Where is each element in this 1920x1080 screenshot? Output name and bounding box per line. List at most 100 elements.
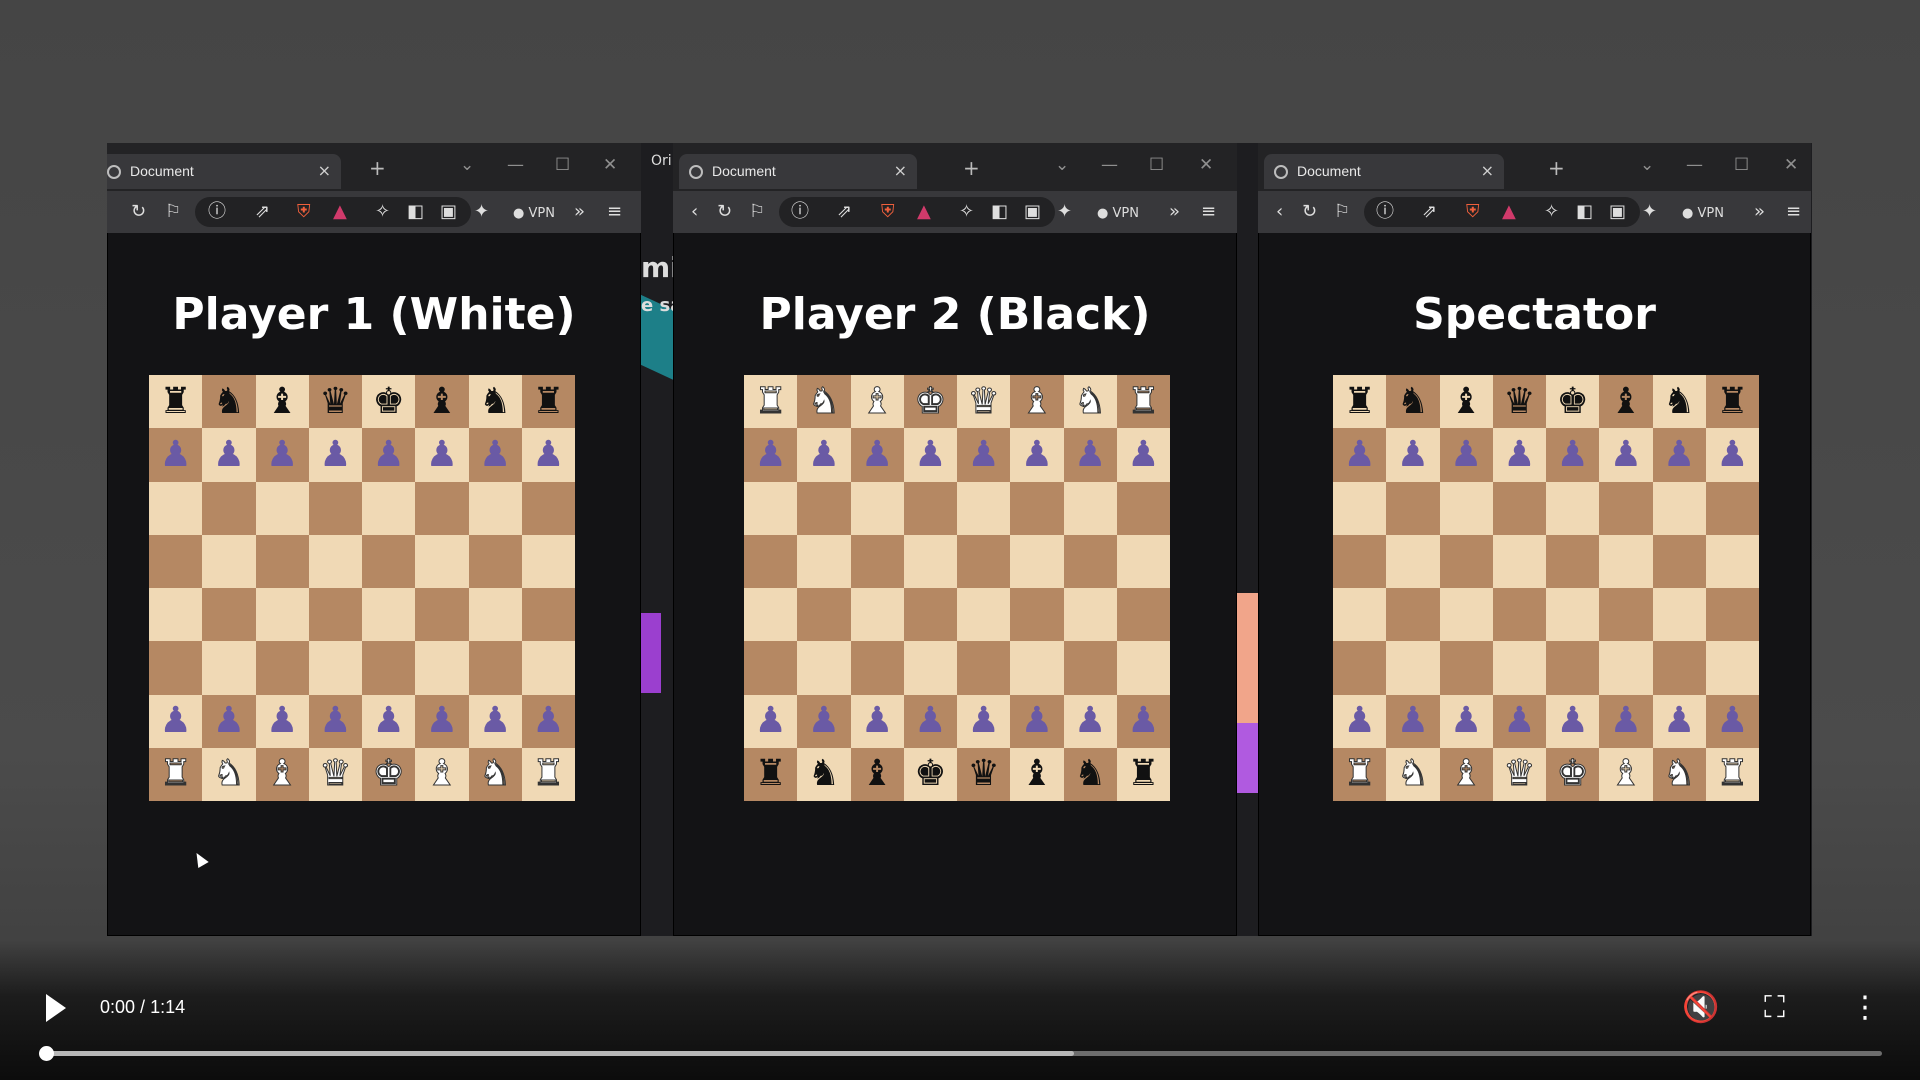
pawn-piece[interactable]: ♟	[754, 436, 786, 473]
board-square[interactable]	[744, 481, 798, 535]
board-square[interactable]	[149, 588, 203, 642]
board-square[interactable]: ♟	[1063, 694, 1117, 748]
board-square[interactable]: ♛	[1492, 747, 1546, 801]
board-square[interactable]	[1492, 534, 1546, 588]
bookmark-icon[interactable]: ⚐	[1334, 202, 1350, 222]
pawn-piece[interactable]: ♟	[1397, 436, 1429, 473]
board-square[interactable]	[957, 534, 1011, 588]
board-square[interactable]: ♟	[1333, 428, 1387, 482]
board-square[interactable]	[362, 481, 416, 535]
white-rook-piece[interactable]: ♜	[159, 755, 192, 792]
board-square[interactable]: ♜	[1333, 375, 1387, 429]
close-window-icon[interactable]: ✕	[1199, 155, 1213, 175]
pawn-piece[interactable]: ♟	[1610, 703, 1642, 739]
white-queen-piece[interactable]: ♛	[1503, 755, 1536, 792]
board-square[interactable]	[1599, 641, 1653, 695]
pawn-piece[interactable]: ♟	[1127, 703, 1159, 739]
pawn-piece[interactable]: ♟	[1127, 436, 1159, 473]
board-square[interactable]	[1599, 534, 1653, 588]
board-square[interactable]: ♛	[957, 747, 1011, 801]
brave-shield-icon[interactable]: ⛨	[297, 202, 311, 222]
board-square[interactable]: ♜	[1116, 375, 1170, 429]
white-king-piece[interactable]: ♚	[372, 755, 405, 792]
white-knight-piece[interactable]: ♞	[1073, 383, 1106, 420]
board-square[interactable]: ♟	[850, 428, 904, 482]
board-square[interactable]: ♞	[1386, 375, 1440, 429]
board-square[interactable]: ♝	[1439, 747, 1493, 801]
board-square[interactable]	[850, 534, 904, 588]
pawn-piece[interactable]: ♟	[319, 436, 351, 473]
board-square[interactable]: ♜	[1116, 747, 1170, 801]
tab-list-icon[interactable]: ⌄	[460, 155, 474, 175]
board-square[interactable]	[957, 641, 1011, 695]
board-square[interactable]	[1439, 641, 1493, 695]
board-square[interactable]	[1063, 588, 1117, 642]
board-square[interactable]: ♟	[1652, 428, 1706, 482]
board-square[interactable]	[468, 641, 522, 695]
minimize-icon[interactable]: —	[1686, 155, 1703, 175]
board-square[interactable]	[362, 534, 416, 588]
board-square[interactable]: ♟	[1546, 428, 1600, 482]
board-square[interactable]	[1386, 534, 1440, 588]
white-knight-piece[interactable]: ♞	[478, 755, 511, 792]
board-square[interactable]	[1546, 481, 1600, 535]
board-square[interactable]	[1010, 481, 1064, 535]
reload-icon[interactable]: ↻	[1302, 202, 1317, 222]
board-square[interactable]	[362, 641, 416, 695]
board-square[interactable]	[468, 481, 522, 535]
board-square[interactable]	[1116, 641, 1170, 695]
board-square[interactable]: ♟	[1386, 428, 1440, 482]
black-rook-piece[interactable]: ♜	[1127, 756, 1159, 792]
white-knight-piece[interactable]: ♞	[1662, 755, 1695, 792]
board-square[interactable]: ♞	[1652, 375, 1706, 429]
board-square[interactable]	[1705, 641, 1759, 695]
pawn-piece[interactable]: ♟	[1610, 436, 1642, 473]
reload-icon[interactable]: ↻	[717, 202, 732, 222]
pawn-piece[interactable]: ♟	[213, 436, 245, 473]
board-square[interactable]	[308, 481, 362, 535]
pawn-piece[interactable]: ♟	[967, 436, 999, 473]
board-square[interactable]: ♟	[850, 694, 904, 748]
site-info-icon[interactable]: ⓘ	[791, 202, 809, 222]
back-icon[interactable]: ‹	[1276, 202, 1283, 222]
black-king-piece[interactable]: ♚	[372, 383, 404, 420]
board-square[interactable]: ♟	[308, 428, 362, 482]
pawn-piece[interactable]: ♟	[808, 703, 840, 739]
board-square[interactable]: ♟	[1439, 694, 1493, 748]
board-square[interactable]	[1439, 481, 1493, 535]
board-square[interactable]	[797, 641, 851, 695]
pawn-piece[interactable]: ♟	[861, 703, 893, 739]
black-queen-piece[interactable]: ♛	[1503, 383, 1535, 420]
maximize-icon[interactable]: ☐	[1149, 155, 1164, 175]
share-icon[interactable]: ⇗	[837, 202, 852, 222]
pawn-piece[interactable]: ♟	[1556, 436, 1588, 473]
board-square[interactable]: ♟	[1599, 428, 1653, 482]
board-square[interactable]	[1492, 481, 1546, 535]
board-square[interactable]: ♟	[255, 694, 309, 748]
progress-knob[interactable]	[39, 1046, 54, 1061]
new-tab-button[interactable]: +	[369, 156, 386, 180]
brave-shield-icon[interactable]: ⛨	[881, 202, 895, 222]
board-square[interactable]: ♝	[255, 375, 309, 429]
black-bishop-piece[interactable]: ♝	[266, 383, 298, 420]
board-square[interactable]: ♝	[850, 375, 904, 429]
board-square[interactable]	[1116, 481, 1170, 535]
board-square[interactable]	[149, 641, 203, 695]
board-square[interactable]	[521, 588, 575, 642]
board-square[interactable]: ♟	[744, 428, 798, 482]
pawn-piece[interactable]: ♟	[372, 703, 404, 739]
board-square[interactable]	[415, 534, 469, 588]
play-button[interactable]	[46, 994, 66, 1022]
exit-fullscreen-icon[interactable]: ⛶	[1764, 990, 1785, 1025]
board-square[interactable]	[362, 588, 416, 642]
board-square[interactable]: ♟	[202, 694, 256, 748]
pawn-piece[interactable]: ♟	[372, 436, 404, 473]
pawn-piece[interactable]: ♟	[1074, 703, 1106, 739]
black-rook-piece[interactable]: ♜	[1716, 383, 1748, 420]
rewards-icon[interactable]: ▲	[1502, 202, 1516, 222]
white-queen-piece[interactable]: ♛	[967, 383, 1000, 420]
board-square[interactable]	[255, 641, 309, 695]
board-square[interactable]	[255, 588, 309, 642]
pawn-piece[interactable]: ♟	[532, 703, 564, 739]
pawn-piece[interactable]: ♟	[1663, 703, 1695, 739]
